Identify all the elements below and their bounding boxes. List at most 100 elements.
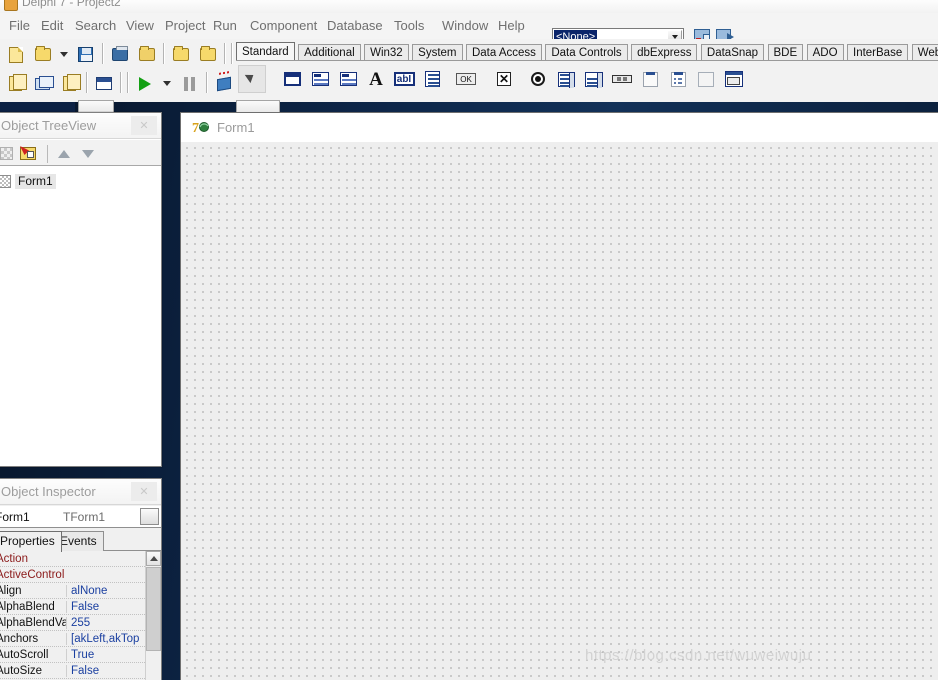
- save-button[interactable]: [72, 41, 99, 68]
- arrow-up-icon: [58, 149, 70, 158]
- palette-tab-webservices[interactable]: WebServices: [911, 44, 938, 60]
- frames-component[interactable]: [278, 65, 306, 93]
- property-grid-scrollbar[interactable]: [145, 551, 161, 680]
- toggle-form-unit-button[interactable]: [56, 70, 83, 97]
- radiobutton-component[interactable]: [524, 65, 552, 93]
- menu-database[interactable]: Database: [322, 17, 388, 35]
- new-form-button[interactable]: [90, 70, 117, 97]
- open-folder-icon: [34, 46, 51, 61]
- groupbox-component[interactable]: [636, 65, 664, 93]
- menu-view[interactable]: View: [121, 17, 159, 35]
- checkbox-component[interactable]: ✕: [490, 65, 518, 93]
- palette-tab-ado[interactable]: ADO: [806, 44, 844, 60]
- listbox-component[interactable]: [552, 65, 580, 93]
- property-row-autoscroll[interactable]: AutoScroll True: [0, 647, 161, 663]
- menu-help[interactable]: Help: [493, 17, 530, 35]
- delphi-form-icon: 7: [192, 119, 209, 136]
- object-inspector-tabs: Properties Events: [0, 529, 161, 552]
- palette-tab-bde[interactable]: BDE: [767, 44, 804, 60]
- scrollbar-thumb[interactable]: [146, 567, 161, 651]
- otv-move-down-button[interactable]: [77, 144, 99, 163]
- view-form-button[interactable]: [29, 70, 56, 97]
- toolbar-separator: [124, 70, 131, 95]
- radiogroup-component[interactable]: [664, 65, 692, 93]
- toolbar-separator: [221, 41, 228, 66]
- scrollbar-component[interactable]: [608, 65, 636, 93]
- object-treeview-close-button[interactable]: ✕: [131, 116, 157, 135]
- menu-component[interactable]: Component: [245, 17, 322, 35]
- property-row-anchors[interactable]: Anchors [akLeft,akTop: [0, 631, 161, 647]
- chevron-up-icon: [149, 556, 158, 561]
- menu-window[interactable]: Window: [437, 17, 493, 35]
- combobox-component[interactable]: [580, 65, 608, 93]
- add-file-to-project-button[interactable]: [167, 41, 194, 68]
- form-canvas[interactable]: [181, 142, 938, 680]
- open-project-button[interactable]: [133, 41, 160, 68]
- svg-text:7: 7: [192, 121, 199, 136]
- palette-tab-system[interactable]: System: [412, 44, 463, 60]
- panel-icon: [698, 71, 714, 87]
- chevron-down-icon: [60, 52, 68, 57]
- edit-component[interactable]: abI: [390, 65, 418, 93]
- menu-search[interactable]: Search: [70, 17, 121, 35]
- new-item-button[interactable]: [2, 41, 29, 68]
- property-grid[interactable]: Action ActiveControl Align alNone AlphaB…: [0, 551, 161, 680]
- toolbar-separator: [160, 41, 167, 66]
- run-dropdown-button[interactable]: [158, 70, 176, 97]
- menu-run[interactable]: Run: [208, 17, 242, 35]
- palette-tab-datasnap[interactable]: DataSnap: [700, 44, 765, 60]
- tree-node-form1[interactable]: Form1: [0, 173, 56, 189]
- pause-button[interactable]: [176, 70, 203, 97]
- title-bar: Delphi 7 - Project2: [0, 0, 938, 13]
- panel-component[interactable]: [692, 65, 720, 93]
- property-row-action[interactable]: Action: [0, 551, 161, 567]
- menu-file[interactable]: File: [4, 17, 35, 35]
- open-dropdown-button[interactable]: [56, 41, 72, 68]
- menu-project[interactable]: Project: [160, 17, 210, 35]
- remove-file-from-project-button[interactable]: [194, 41, 221, 68]
- palette-tab-additional[interactable]: Additional: [298, 44, 361, 60]
- property-row-alphablend[interactable]: AlphaBlend False: [0, 599, 161, 615]
- property-name: Action: [0, 552, 28, 565]
- menu-bar: File Edit Search View Project Run Compon…: [0, 13, 938, 46]
- toolbar-separator: [99, 41, 106, 66]
- palette-tab-dbexpress[interactable]: dbExpress: [631, 44, 698, 60]
- property-row-activecontrol[interactable]: ActiveControl: [0, 567, 161, 583]
- object-treeview-tree[interactable]: Form1: [0, 167, 161, 466]
- trace-into-button[interactable]: [210, 70, 237, 97]
- label-component[interactable]: A: [362, 65, 390, 93]
- palette-tab-data-controls[interactable]: Data Controls: [545, 44, 628, 60]
- add-file-icon: [172, 46, 189, 61]
- object-inspector-close-button[interactable]: ✕: [131, 482, 157, 501]
- otv-move-up-button[interactable]: [53, 144, 75, 163]
- run-button[interactable]: [131, 70, 158, 97]
- view-unit-button[interactable]: [2, 70, 29, 97]
- scroll-up-button[interactable]: [146, 551, 161, 566]
- property-row-autosize[interactable]: AutoSize False: [0, 663, 161, 679]
- object-selector-dropdown-button[interactable]: [140, 508, 159, 525]
- listbox-icon: [557, 71, 575, 88]
- pointer-tool[interactable]: [238, 65, 266, 93]
- open-button[interactable]: [29, 41, 56, 68]
- menu-tools[interactable]: Tools: [389, 17, 429, 35]
- memo-component[interactable]: [418, 65, 446, 93]
- property-row-alphablendvalue[interactable]: AlphaBlendValu 255: [0, 615, 161, 631]
- menu-edit[interactable]: Edit: [36, 17, 68, 35]
- tab-properties[interactable]: Properties: [0, 531, 62, 552]
- object-selector-combo[interactable]: Form1 TForm1: [0, 506, 161, 528]
- otv-component-button[interactable]: [17, 144, 39, 163]
- button-component[interactable]: OK: [452, 65, 480, 93]
- palette-tab-data-access[interactable]: Data Access: [465, 44, 542, 60]
- palette-tab-interbase[interactable]: InterBase: [847, 44, 909, 60]
- mainmenu-component[interactable]: [306, 65, 334, 93]
- form-designer-window: 7 Form1: [180, 112, 938, 680]
- arrow-cursor-icon: [247, 72, 258, 86]
- actionlist-component[interactable]: [720, 65, 748, 93]
- otv-grid-button[interactable]: [0, 144, 17, 163]
- save-all-button[interactable]: [106, 41, 133, 68]
- property-row-align[interactable]: Align alNone: [0, 583, 161, 599]
- palette-tab-win32[interactable]: Win32: [364, 44, 409, 60]
- popupmenu-component[interactable]: [334, 65, 362, 93]
- property-name: Align: [0, 584, 22, 597]
- palette-tab-standard[interactable]: Standard: [236, 42, 295, 60]
